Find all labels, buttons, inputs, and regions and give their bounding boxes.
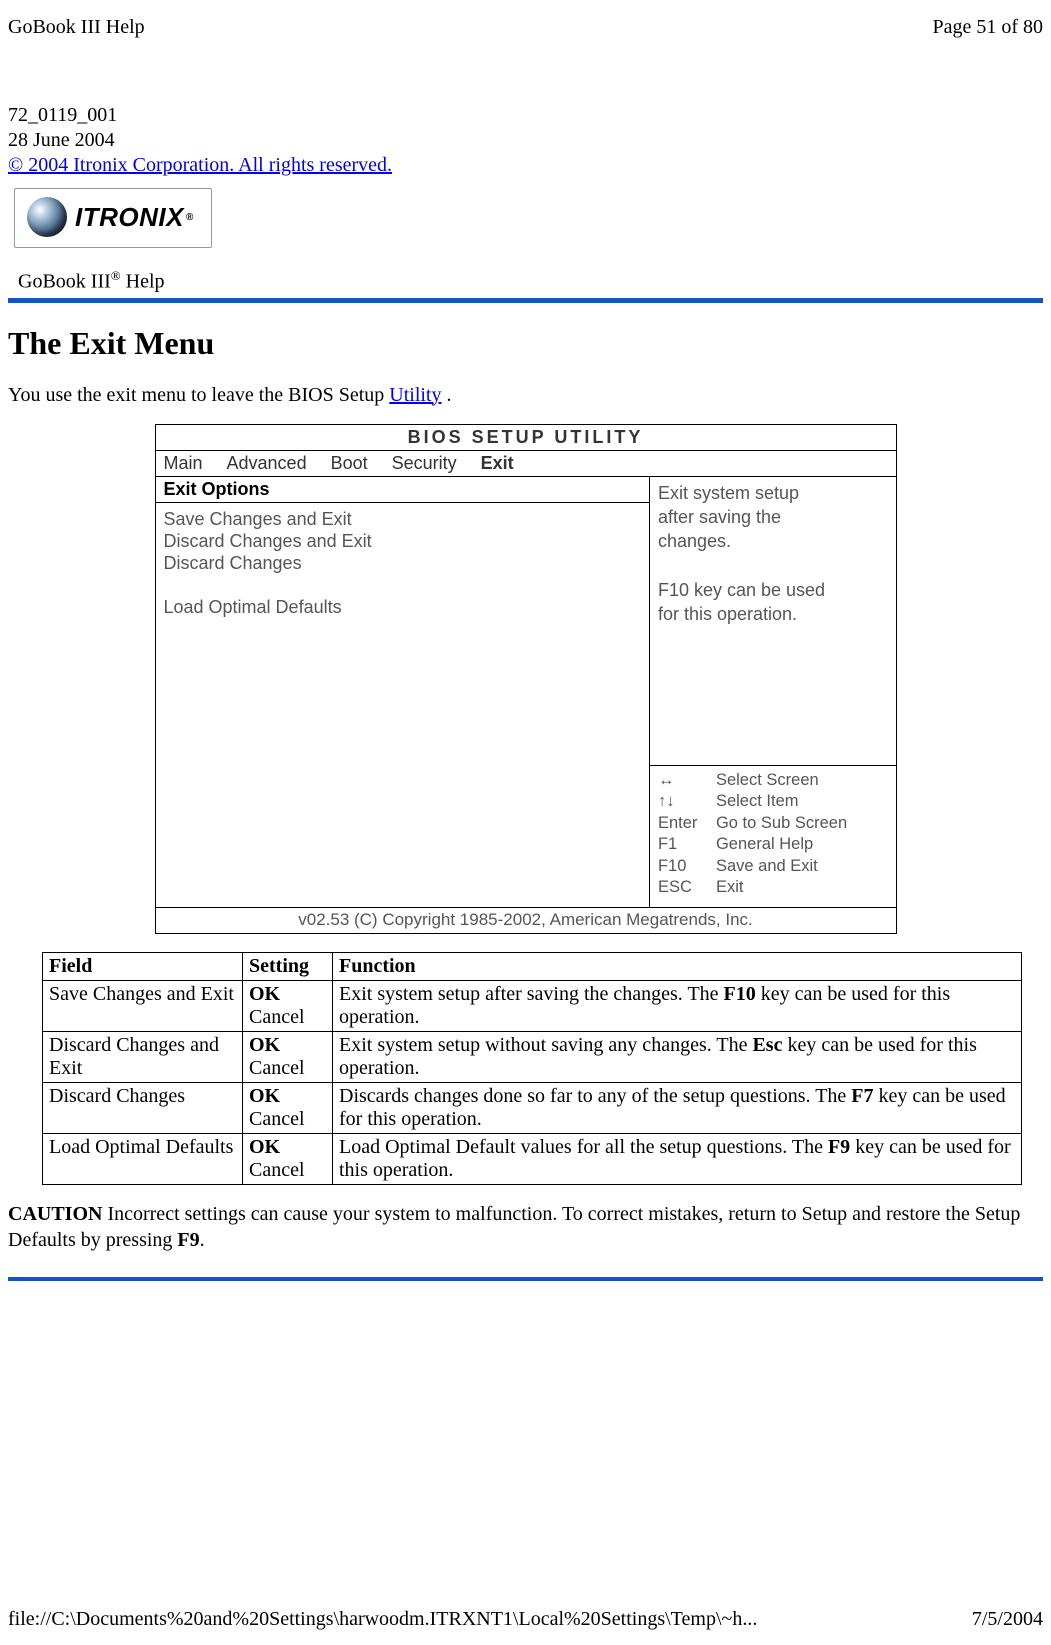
bios-key-row: F10 Save and Exit <box>658 856 888 877</box>
intro-paragraph: You use the exit menu to leave the BIOS … <box>8 382 1043 408</box>
divider-blue-top <box>8 298 1043 303</box>
bios-key-desc: Exit <box>716 877 744 898</box>
bios-tab-boot: Boot <box>323 451 384 476</box>
bios-key: ESC <box>658 877 706 898</box>
th-setting: Setting <box>243 952 333 980</box>
cell-function: Exit system setup after saving the chang… <box>333 980 1022 1031</box>
intro-after: . <box>442 384 452 406</box>
bios-tab-main: Main <box>156 451 219 476</box>
bios-key-row: ESC Exit <box>658 877 888 898</box>
doc-id: 72_0119_001 <box>8 103 1043 128</box>
bios-option: Load Optimal Defaults <box>164 597 641 618</box>
bios-tab-exit: Exit <box>473 451 530 476</box>
bios-key: F10 <box>658 856 706 877</box>
header-left: GoBook III Help <box>8 16 145 39</box>
section-title: The Exit Menu <box>8 325 1043 362</box>
utility-link[interactable]: Utility <box>389 384 441 406</box>
bios-key-legend: ↔ Select Screen ↑↓ Select Item Enter Go to Su… <box>650 765 896 899</box>
footer-date: 7/5/2004 <box>972 1608 1043 1631</box>
cell-field: Discard Changes <box>43 1082 243 1133</box>
bios-help-line: after saving the <box>658 505 888 529</box>
product-prefix: GoBook III <box>18 271 111 293</box>
bios-key-desc: Save and Exit <box>716 856 818 877</box>
table-row: Discard ChangesOKCancelDiscards changes … <box>43 1082 1022 1133</box>
globe-icon <box>27 197 67 237</box>
cell-function: Load Optimal Default values for all the … <box>333 1133 1022 1184</box>
bios-title: BIOS SETUP UTILITY <box>156 425 896 451</box>
brand-trademark: ® <box>186 212 193 223</box>
bios-footer: v02.53 (C) Copyright 1985-2002, American… <box>156 907 896 933</box>
bios-key-desc: Go to Sub Screen <box>716 813 847 834</box>
product-line: GoBook III® Help <box>8 268 1043 294</box>
bios-help-text: Exit system setupafter saving thechanges… <box>658 481 888 627</box>
cell-setting: OKCancel <box>243 1082 333 1133</box>
caution-pre: Incorrect settings can cause your system… <box>8 1203 1020 1251</box>
header-right: Page 51 of 80 <box>932 16 1043 39</box>
divider-blue-bottom <box>8 1277 1043 1281</box>
th-function: Function <box>333 952 1022 980</box>
cell-setting: OKCancel <box>243 1133 333 1184</box>
bios-help-line: changes. <box>658 529 888 553</box>
cell-function: Discards changes done so far to any of t… <box>333 1082 1022 1133</box>
cell-setting: OKCancel <box>243 980 333 1031</box>
bios-option <box>164 575 641 596</box>
bios-key: Enter <box>658 813 706 834</box>
table-row: Discard Changes and ExitOKCancelExit sys… <box>43 1031 1022 1082</box>
bios-help-line: F10 key can be used <box>658 578 888 602</box>
bios-key-row: Enter Go to Sub Screen <box>658 813 888 834</box>
cell-field: Discard Changes and Exit <box>43 1031 243 1082</box>
bios-key-row: ↑↓ Select Item <box>658 791 888 812</box>
caution-post: . <box>200 1229 205 1251</box>
bios-key-row: ↔ Select Screen <box>658 770 888 791</box>
bios-tab-row: MainAdvancedBootSecurityExit <box>156 451 896 477</box>
bios-help-line: Exit system setup <box>658 481 888 505</box>
caution-label: CAUTION <box>8 1203 102 1225</box>
bios-option: Discard Changes <box>164 553 641 574</box>
bios-option: Save Changes and Exit <box>164 509 641 530</box>
bios-help-line: for this operation. <box>658 602 888 626</box>
footer-path: file://C:\Documents%20and%20Settings\har… <box>8 1608 757 1631</box>
intro-before: You use the exit menu to leave the BIOS … <box>8 384 389 406</box>
doc-date: 28 June 2004 <box>8 128 1043 153</box>
cell-field: Load Optimal Defaults <box>43 1133 243 1184</box>
cell-setting: OKCancel <box>243 1031 333 1082</box>
cell-function: Exit system setup without saving any cha… <box>333 1031 1022 1082</box>
bios-screenshot: BIOS SETUP UTILITY MainAdvancedBootSecur… <box>155 424 897 934</box>
table-row: Save Changes and ExitOKCancelExit system… <box>43 980 1022 1031</box>
bios-tab-advanced: Advanced <box>219 451 323 476</box>
bios-exit-options-title: Exit Options <box>156 477 649 503</box>
bios-key: ↑↓ <box>658 791 706 812</box>
product-reg-icon: ® <box>111 268 121 283</box>
bios-key-desc: General Help <box>716 834 813 855</box>
itronix-logo: ITRONIX® <box>14 188 212 248</box>
product-suffix: Help <box>121 271 165 293</box>
bios-key-desc: Select Screen <box>716 770 819 791</box>
fields-table: Field Setting Function Save Changes and … <box>42 952 1022 1185</box>
caution-key: F9 <box>177 1229 199 1251</box>
table-row: Load Optimal DefaultsOKCancelLoad Optima… <box>43 1133 1022 1184</box>
bios-key-row: F1 General Help <box>658 834 888 855</box>
bios-help-line <box>658 554 888 578</box>
caution-paragraph: CAUTION Incorrect settings can cause you… <box>8 1201 1043 1253</box>
copyright-link[interactable]: © 2004 Itronix Corporation. All rights r… <box>8 154 392 176</box>
bios-key: ↔ <box>658 770 706 791</box>
bios-key-desc: Select Item <box>716 791 799 812</box>
cell-field: Save Changes and Exit <box>43 980 243 1031</box>
bios-key: F1 <box>658 834 706 855</box>
bios-tab-security: Security <box>384 451 473 476</box>
brand-word: ITRONIX <box>75 202 184 233</box>
bios-option: Discard Changes and Exit <box>164 531 641 552</box>
th-field: Field <box>43 952 243 980</box>
